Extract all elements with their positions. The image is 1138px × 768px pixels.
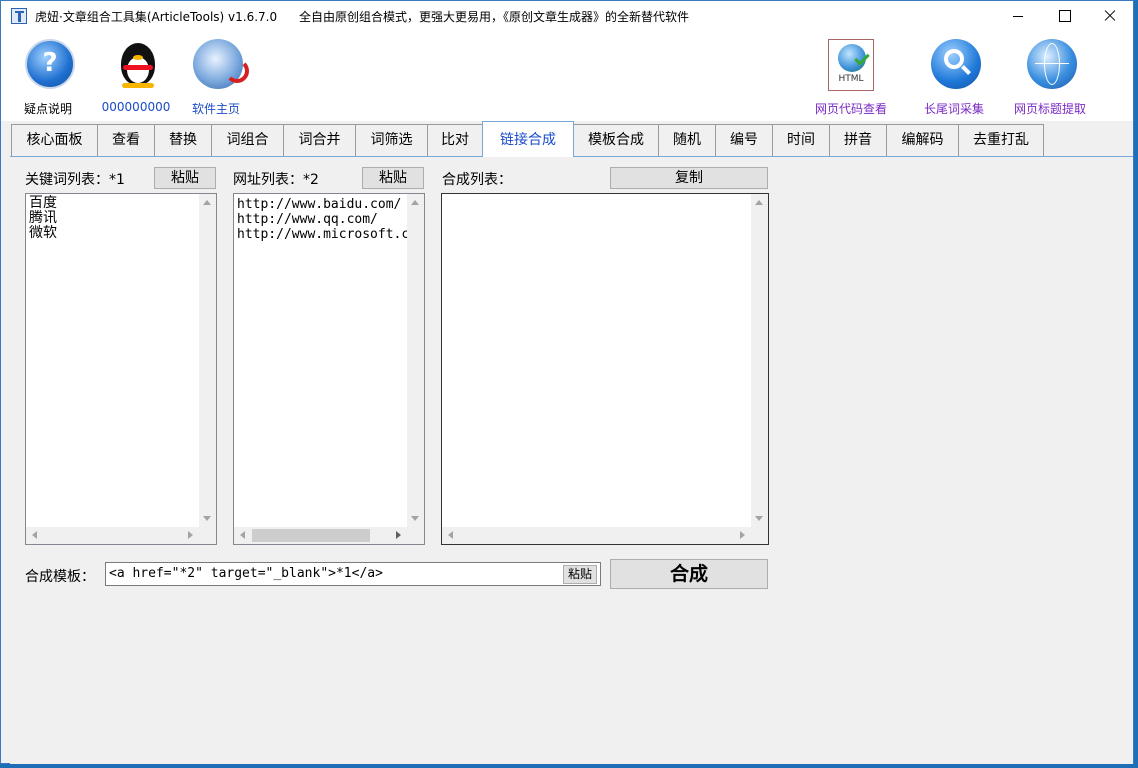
keyword-list-label: 关键词列表：*1 [25,172,125,188]
tab-strip: 核心面板 查看 替换 词组合 词合并 词筛选 比对 链接合成 模板合成 随机 编… [1,121,1133,157]
app-icon [11,8,27,24]
tab-compare[interactable]: 比对 [427,124,483,156]
keyword-list[interactable]: 百度 腾讯 微软 [25,193,217,545]
tab-link-compose[interactable]: 链接合成 [482,121,574,157]
tab-word-merge[interactable]: 词合并 [283,124,356,156]
copy-button[interactable]: 复制 [610,167,768,189]
result-list-label: 合成列表： [442,172,512,188]
tab-encode-decode[interactable]: 编解码 [886,124,959,156]
scroll-up-icon [755,200,763,205]
qq-tool-button[interactable]: 000000000 [91,37,181,117]
title-extract-label: 网页标题提取 [1013,102,1086,116]
list-item: 腾讯 [29,210,57,226]
scroll-up-icon [203,200,211,205]
qq-penguin-icon [113,39,163,89]
tab-numbering[interactable]: 编号 [715,124,773,156]
homepage-tool-button[interactable]: 软件主页 [171,37,261,117]
window-title: 虎妞·文章组合工具集(ArticleTools) v1.6.7.0 [35,10,278,24]
scroll-right-icon [740,531,745,539]
tab-replace[interactable]: 替换 [154,124,212,156]
scroll-down-icon [203,516,211,521]
tab-word-combine[interactable]: 词组合 [211,124,284,156]
maximize-button[interactable] [1041,1,1087,31]
scroll-up-icon [411,200,419,205]
window-slogan: 全自由原创组合模式，更强大更易用，《原创文章生成器》的全新替代软件 [299,10,690,24]
horizontal-scrollbar[interactable] [26,527,199,544]
keyword-paste-button[interactable]: 粘贴 [154,167,216,189]
tab-time[interactable]: 时间 [772,124,830,156]
scroll-thumb[interactable] [252,529,370,542]
help-icon: ? [25,39,75,89]
globe-icon [193,39,249,89]
tab-pinyin[interactable]: 拼音 [829,124,887,156]
vertical-scrollbar[interactable] [407,194,424,527]
help-tool-button[interactable]: ? 疑点说明 [3,37,93,117]
list-item: 百度 [29,195,57,211]
scroll-right-icon [396,531,401,539]
tab-random[interactable]: 随机 [658,124,716,156]
tab-dedupe-shuffle[interactable]: 去重打乱 [958,124,1044,156]
globe-icon [1027,39,1077,89]
minimize-button[interactable] [995,1,1041,31]
help-label: 疑点说明 [23,102,72,116]
scroll-down-icon [411,516,419,521]
scroll-down-icon [755,516,763,521]
close-button[interactable] [1087,1,1133,31]
html-view-tool-button[interactable]: HTML 网页代码查看 [806,37,896,117]
template-input[interactable]: <a href="*2" target="_blank">*1</a> 粘贴 [105,562,601,586]
template-value: <a href="*2" target="_blank">*1</a> [109,566,383,581]
scroll-left-icon [32,531,37,539]
scroll-right-icon [188,531,193,539]
list-item: http://www.microsoft.c [237,227,410,242]
horizontal-scrollbar[interactable] [442,527,751,544]
qq-label: 000000000 [101,100,171,114]
scroll-left-icon [448,531,453,539]
vertical-scrollbar[interactable] [199,194,216,527]
app-window: 虎妞·文章组合工具集(ArticleTools) v1.6.7.0 全自由原创组… [0,0,1134,764]
toolbar: ? 疑点说明 000000000 软件主页 HTML 网页代码查看 长尾词采集 [1,31,1133,121]
title-extract-tool-button[interactable]: 网页标题提取 [1005,37,1095,117]
html-document-icon: HTML [828,39,874,91]
list-item: http://www.baidu.com/ [237,197,402,212]
title-bar: 虎妞·文章组合工具集(ArticleTools) v1.6.7.0 全自由原创组… [1,1,1133,31]
tab-core-panel[interactable]: 核心面板 [11,124,98,156]
longtail-tool-button[interactable]: 长尾词采集 [909,37,999,117]
vertical-scrollbar[interactable] [751,194,768,527]
horizontal-scrollbar[interactable] [234,527,407,544]
url-list[interactable]: http://www.baidu.com/ http://www.qq.com/… [233,193,425,545]
html-view-label: 网页代码查看 [814,102,887,116]
list-item: 微软 [29,225,57,241]
scroll-left-icon [240,531,245,539]
homepage-label: 软件主页 [191,102,240,116]
search-icon [931,39,981,89]
list-item: http://www.qq.com/ [237,212,378,227]
url-list-label: 网址列表：*2 [233,172,319,188]
compose-button[interactable]: 合成 [610,559,768,589]
template-paste-button[interactable]: 粘贴 [563,565,597,584]
longtail-label: 长尾词采集 [923,102,984,116]
tab-template-compose[interactable]: 模板合成 [573,124,659,156]
url-paste-button[interactable]: 粘贴 [362,167,424,189]
tab-view[interactable]: 查看 [97,124,155,156]
template-label: 合成模板： [25,569,95,585]
result-list[interactable] [441,193,769,545]
tab-word-filter[interactable]: 词筛选 [355,124,428,156]
